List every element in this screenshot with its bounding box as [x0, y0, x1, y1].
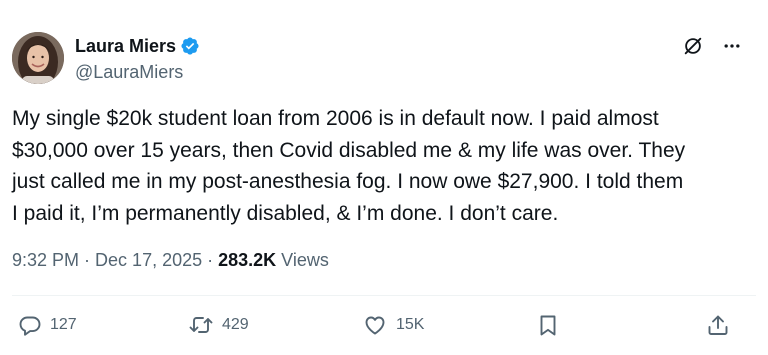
- bookmark-icon: [540, 315, 556, 336]
- avatar[interactable]: [12, 32, 64, 84]
- author-display-name[interactable]: Laura Miers: [75, 35, 176, 57]
- retweet-button[interactable]: 429: [188, 310, 249, 340]
- author-handle[interactable]: @LauraMiers: [75, 61, 183, 83]
- like-count: 15K: [396, 316, 425, 333]
- bookmark-button[interactable]: [536, 310, 560, 340]
- like-button[interactable]: 15K: [362, 310, 424, 340]
- meta-separator: ·: [84, 250, 91, 270]
- retweet-count: 429: [222, 316, 249, 333]
- views-count[interactable]: 283.2K: [218, 249, 276, 271]
- action-bar: 127 429 15K: [0, 310, 768, 340]
- more-icon[interactable]: [722, 36, 742, 56]
- verified-badge-icon: [180, 36, 200, 56]
- tweet-meta: 9:32 PM · Dec 17, 2025 · 283.2K Views: [12, 249, 329, 271]
- share-button[interactable]: [706, 310, 730, 340]
- tweet-card: Laura Miers @LauraMiers My single $20k s…: [0, 0, 768, 355]
- like-icon: [365, 316, 385, 335]
- reply-icon: [19, 316, 41, 336]
- retweet-icon: [189, 317, 213, 333]
- views-label: Views: [281, 250, 329, 270]
- avatar-image: [12, 32, 64, 84]
- author-name-row: Laura Miers: [75, 35, 200, 57]
- tweet-time[interactable]: 9:32 PM: [12, 249, 79, 271]
- tweet-date[interactable]: Dec 17, 2025: [95, 249, 202, 271]
- divider: [12, 295, 756, 296]
- top-actions: [682, 35, 742, 57]
- reply-button[interactable]: 127: [18, 310, 77, 340]
- meta-separator: ·: [207, 250, 214, 270]
- grok-icon[interactable]: [682, 35, 704, 57]
- tweet-text: My single $20k student loan from 2006 is…: [12, 107, 686, 225]
- share-icon: [708, 315, 728, 335]
- reply-count: 127: [50, 316, 77, 333]
